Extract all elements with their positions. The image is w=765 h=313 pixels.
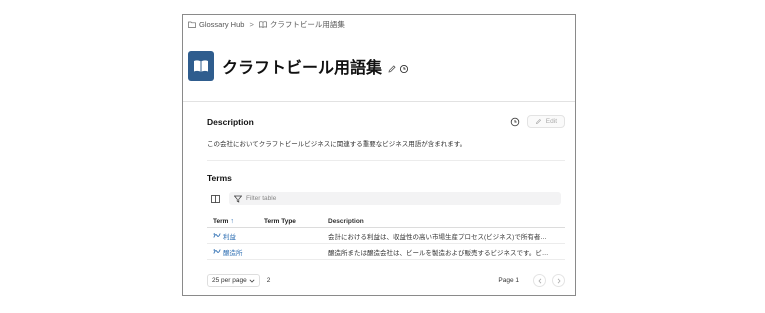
page-indicator: Page 1	[498, 277, 519, 284]
pencil-icon	[535, 118, 541, 125]
breadcrumb-separator: >	[249, 20, 254, 29]
filter-input[interactable]: Filter table	[229, 192, 561, 205]
page-title: クラフトビール用語集	[222, 60, 383, 77]
description-text: この会社においてクラフトビールビジネスに関連する重要なビジネス用語が含まれます。	[207, 141, 467, 148]
chevron-right-icon	[557, 278, 561, 283]
chevron-down-icon	[249, 279, 255, 283]
next-page-button[interactable]	[552, 274, 565, 287]
term-icon	[213, 249, 221, 254]
term-link[interactable]: 醸造所	[213, 247, 243, 257]
breadcrumb-root-link[interactable]: Glossary Hub	[199, 20, 244, 29]
folder-icon	[188, 21, 196, 28]
edit-button[interactable]: Edit	[526, 115, 565, 128]
header-divider	[183, 101, 575, 102]
filter-icon	[234, 195, 242, 203]
table-header: Term ↑ Term Type Description	[207, 215, 565, 228]
term-description-cell: 会計における利益は、収益性の高い市場生産プロセス(ビジネス)で所有者…	[328, 233, 547, 241]
term-icon	[213, 233, 221, 238]
book-icon	[188, 51, 214, 81]
glossary-header: クラフトビール用語集	[188, 51, 409, 81]
clock-icon[interactable]	[399, 64, 409, 74]
term-description-cell: 醸造所または醸造会社は、ビールを製造および販売するビジネスです。ビ…	[328, 249, 549, 257]
term-link[interactable]: 利益	[213, 231, 236, 241]
pencil-icon[interactable]	[387, 64, 397, 74]
columns-icon[interactable]	[207, 194, 223, 203]
previous-page-button[interactable]	[533, 274, 546, 287]
terms-table: Term ↑ Term Type Description 利益 会計における利益…	[207, 215, 565, 260]
column-header-term[interactable]: Term ↑	[207, 218, 264, 225]
description-divider	[207, 160, 565, 161]
pagination: 25 per page 2 Page 1	[207, 274, 565, 287]
result-count: 2	[266, 277, 271, 284]
column-header-term-type[interactable]: Term Type	[264, 218, 328, 225]
glossary-frame: Glossary Hub > クラフトビール用語集 クラフトビール用語集 Des…	[182, 14, 576, 296]
book-small-icon	[258, 21, 267, 28]
table-row[interactable]: 醸造所 醸造所または醸造会社は、ビールを製造および販売するビジネスです。ビ…	[207, 244, 565, 260]
breadcrumb-current[interactable]: クラフトビール用語集	[270, 19, 345, 30]
edit-button-label: Edit	[545, 118, 557, 125]
breadcrumb: Glossary Hub > クラフトビール用語集	[188, 19, 345, 30]
sort-ascending-icon: ↑	[230, 217, 234, 225]
terms-heading: Terms	[207, 173, 232, 183]
per-page-select[interactable]: 25 per page	[207, 274, 260, 287]
table-row[interactable]: 利益 会計における利益は、収益性の高い市場生産プロセス(ビジネス)で所有者…	[207, 228, 565, 244]
chevron-left-icon	[537, 278, 541, 283]
filter-placeholder: Filter table	[246, 195, 277, 202]
description-heading: Description	[207, 117, 254, 127]
column-header-description[interactable]: Description	[328, 218, 565, 225]
terms-toolbar: Filter table	[207, 192, 561, 205]
history-button[interactable]	[510, 117, 520, 127]
